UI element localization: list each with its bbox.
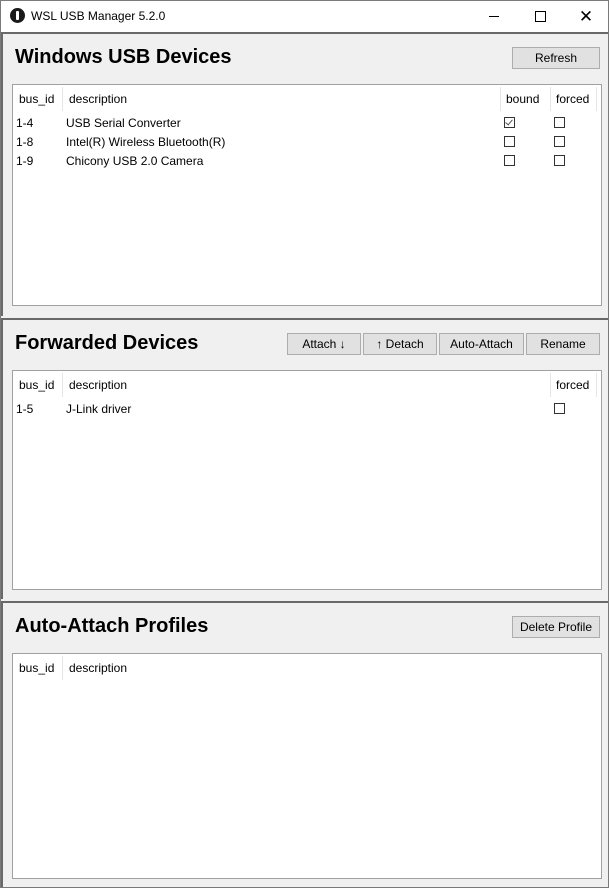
column-header-bus-id[interactable]: bus_id: [13, 654, 63, 681]
forced-checkbox[interactable]: [554, 117, 565, 128]
column-separator: [596, 87, 597, 111]
window-title: WSL USB Manager 5.2.0: [31, 9, 166, 23]
column-separator: [596, 373, 597, 397]
bound-checkbox[interactable]: [504, 117, 515, 128]
usb-app-icon: [10, 8, 25, 23]
table-row[interactable]: 1-8 Intel(R) Wireless Bluetooth(R): [13, 132, 601, 151]
detach-button[interactable]: ↑ Detach: [363, 333, 437, 355]
close-icon: ✕: [578, 7, 594, 26]
table-row[interactable]: 1-5 J-Link driver: [13, 399, 601, 418]
description-cell: Chicony USB 2.0 Camera: [66, 153, 204, 168]
forwarded-devices-pane: Forwarded Devices Attach ↓ ↑ Detach Auto…: [1, 318, 608, 599]
forwarded-devices-table[interactable]: bus_id description forced 1-5 J-Link dri…: [12, 370, 602, 590]
forced-checkbox[interactable]: [554, 136, 565, 147]
app-window: WSL USB Manager 5.2.0 ✕ Windows USB Devi…: [0, 0, 609, 888]
column-header-bound[interactable]: bound: [500, 85, 550, 112]
rename-button[interactable]: Rename: [526, 333, 600, 355]
usb-devices-pane: Windows USB Devices Refresh bus_id descr…: [1, 32, 608, 316]
table-row[interactable]: 1-9 Chicony USB 2.0 Camera: [13, 151, 601, 170]
column-header-description[interactable]: description: [63, 371, 550, 398]
column-header-description[interactable]: description: [63, 85, 500, 112]
attach-button[interactable]: Attach ↓: [287, 333, 361, 355]
minimize-button[interactable]: [471, 1, 517, 32]
column-header-forced[interactable]: forced: [550, 371, 596, 398]
column-header-bus-id[interactable]: bus_id: [13, 85, 63, 112]
maximize-icon: [534, 11, 546, 22]
bus-id-cell: 1-8: [16, 134, 34, 149]
auto-attach-profiles-table[interactable]: bus_id description: [12, 653, 602, 879]
bus-id-cell: 1-4: [16, 115, 34, 130]
description-cell: USB Serial Converter: [66, 115, 181, 130]
forced-checkbox[interactable]: [554, 155, 565, 166]
auto-attach-button[interactable]: Auto-Attach: [439, 333, 524, 355]
bus-id-cell: 1-9: [16, 153, 34, 168]
bound-checkbox[interactable]: [504, 155, 515, 166]
title-bar: WSL USB Manager 5.2.0 ✕: [1, 1, 608, 32]
column-header-description[interactable]: description: [63, 654, 363, 681]
forced-checkbox[interactable]: [554, 403, 565, 414]
description-cell: J-Link driver: [66, 401, 132, 416]
bus-id-cell: 1-5: [16, 401, 34, 416]
maximize-button[interactable]: [517, 1, 563, 32]
close-button[interactable]: ✕: [563, 1, 609, 32]
column-header-forced[interactable]: forced: [550, 85, 596, 112]
auto-attach-profiles-title: Auto-Attach Profiles: [15, 615, 209, 637]
usb-devices-title: Windows USB Devices: [15, 46, 232, 68]
usb-devices-table[interactable]: bus_id description bound forced 1-4 USB …: [12, 84, 602, 306]
delete-profile-button[interactable]: Delete Profile: [512, 616, 600, 638]
description-cell: Intel(R) Wireless Bluetooth(R): [66, 134, 226, 149]
table-row[interactable]: 1-4 USB Serial Converter: [13, 113, 601, 132]
forwarded-devices-title: Forwarded Devices: [15, 332, 199, 354]
minimize-icon: [489, 16, 499, 17]
auto-attach-profiles-pane: Auto-Attach Profiles Delete Profile bus_…: [1, 601, 608, 887]
refresh-button[interactable]: Refresh: [512, 47, 600, 69]
bound-checkbox[interactable]: [504, 136, 515, 147]
column-header-bus-id[interactable]: bus_id: [13, 371, 63, 398]
